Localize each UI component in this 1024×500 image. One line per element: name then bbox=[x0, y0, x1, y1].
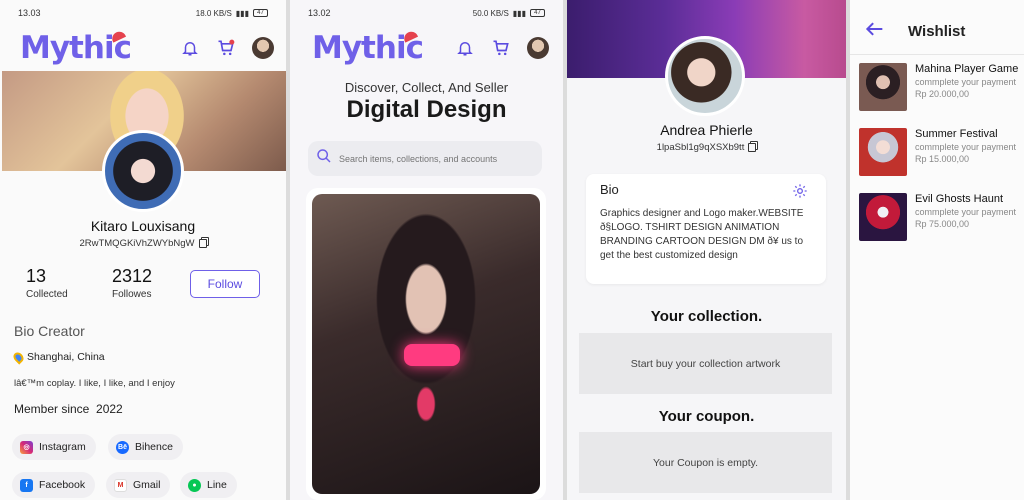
item-title: Mahina Player Game bbox=[915, 63, 1019, 75]
bell-icon[interactable] bbox=[180, 38, 200, 58]
brand-logo[interactable]: Mythic bbox=[312, 30, 424, 66]
profile-avatar bbox=[102, 130, 184, 212]
wishlist-item[interactable]: Summer Festival commplete your payment R… bbox=[859, 128, 1016, 176]
wallet-address: 2RwTMQGKiVhZWYbNgW bbox=[0, 238, 286, 249]
network-speed: 50.0 KB/S bbox=[472, 8, 509, 18]
gmail-icon: M bbox=[114, 478, 127, 492]
item-price: Rp 20.000,00 bbox=[915, 89, 970, 99]
item-price: Rp 75.000,00 bbox=[915, 219, 970, 229]
signal-icon: ▮▮▮ bbox=[512, 8, 526, 18]
bio-title: Bio Creator bbox=[14, 323, 85, 339]
coupon-empty-state: Your Coupon is empty. bbox=[579, 432, 832, 493]
social-facebook[interactable]: f Facebook bbox=[12, 472, 96, 498]
bio-card: Bio Graphics designer and Logo maker.WEB… bbox=[586, 174, 826, 284]
item-subtitle: commplete your payment bbox=[915, 77, 1017, 87]
bio-label: Bio bbox=[600, 182, 619, 197]
tagline: Discover, Collect, And Seller bbox=[344, 80, 509, 95]
collection-title: Your collection. bbox=[650, 308, 763, 325]
collected-stat: 13 Collected bbox=[26, 266, 68, 300]
app-header: Mythic bbox=[312, 30, 549, 66]
search-bar[interactable] bbox=[308, 141, 542, 176]
status-bar: 13.02 50.0 KB/S ▮▮▮ 47 bbox=[290, 0, 563, 26]
social-instagram[interactable]: ◎ Instagram bbox=[12, 434, 96, 460]
item-thumbnail bbox=[859, 63, 907, 111]
featured-artwork-image bbox=[312, 194, 540, 494]
item-subtitle: commplete your payment bbox=[915, 207, 1017, 217]
wallet-address: 1lpaSbl1g9qXSXb9tt bbox=[567, 142, 846, 153]
item-title: Evil Ghosts Haunt bbox=[915, 193, 1004, 205]
profile-name: Andrea Phierle bbox=[660, 122, 753, 138]
coupon-title: Your coupon. bbox=[658, 408, 755, 425]
follow-button[interactable]: Follow bbox=[190, 270, 260, 298]
home-screen: 13.02 50.0 KB/S ▮▮▮ 47 Mythic Discover, … bbox=[290, 0, 563, 500]
featured-artwork-card[interactable] bbox=[306, 188, 546, 500]
profile-avatar bbox=[665, 36, 745, 116]
location: Shanghai, China bbox=[11, 349, 105, 365]
divider bbox=[850, 54, 1024, 55]
wishlist-item[interactable]: Mahina Player Game commplete your paymen… bbox=[859, 63, 1018, 111]
search-icon bbox=[316, 148, 332, 169]
item-thumbnail bbox=[859, 128, 907, 176]
followers-stat: 2312 Followes bbox=[112, 266, 153, 300]
social-gmail[interactable]: M Gmail bbox=[106, 472, 171, 498]
battery-icon: 47 bbox=[253, 9, 268, 17]
social-line[interactable]: ● Line bbox=[180, 472, 237, 498]
line-icon: ● bbox=[188, 478, 201, 492]
creator-profile-screen: 13.03 18.0 KB/S ▮▮▮ 47 Mythic Kitaro Lou… bbox=[0, 0, 286, 500]
network-speed: 18.0 KB/S bbox=[195, 8, 232, 18]
copy-icon[interactable] bbox=[198, 239, 207, 248]
page-title: Wishlist bbox=[908, 23, 966, 40]
wishlist-header: Wishlist bbox=[864, 20, 965, 43]
app-header: Mythic bbox=[20, 30, 274, 66]
status-time: 13.02 bbox=[308, 8, 331, 18]
signal-icon: ▮▮▮ bbox=[235, 8, 249, 18]
bio-text: lâ€™m coplay. I like, I like, and I enjo… bbox=[14, 378, 175, 389]
battery-icon: 47 bbox=[530, 9, 545, 17]
item-price: Rp 15.000,00 bbox=[915, 154, 970, 164]
map-pin-icon bbox=[11, 349, 26, 365]
search-input[interactable] bbox=[339, 153, 534, 164]
instagram-icon: ◎ bbox=[20, 440, 33, 454]
brand-logo[interactable]: Mythic bbox=[20, 30, 132, 66]
bio-text: Graphics designer and Logo maker.WEBSITE… bbox=[600, 208, 804, 261]
status-time: 13.03 bbox=[18, 8, 41, 18]
bell-icon[interactable] bbox=[455, 38, 475, 58]
gear-icon[interactable] bbox=[792, 183, 808, 204]
wishlist-screen: Wishlist Mahina Player Game commplete yo… bbox=[850, 0, 1024, 500]
member-since: Member since 2022 bbox=[14, 402, 123, 416]
status-bar: 13.03 18.0 KB/S ▮▮▮ 47 bbox=[0, 0, 286, 26]
headline: Digital Design bbox=[346, 96, 507, 123]
item-subtitle: commplete your payment bbox=[915, 142, 1017, 152]
collection-empty-state: Start buy your collection artwork bbox=[579, 333, 832, 394]
user-profile-screen: Andrea Phierle 1lpaSbl1g9qXSXb9tt Bio Gr… bbox=[567, 0, 846, 500]
behance-icon: Bē bbox=[116, 440, 129, 454]
copy-icon[interactable] bbox=[748, 143, 757, 152]
item-title: Summer Festival bbox=[915, 128, 998, 140]
profile-name: Kitaro Louxisang bbox=[90, 218, 196, 234]
social-bihence[interactable]: Bē Bihence bbox=[108, 434, 183, 460]
wishlist-item[interactable]: Evil Ghosts Haunt commplete your payment… bbox=[859, 193, 1016, 241]
account-avatar[interactable] bbox=[252, 37, 274, 59]
cart-icon[interactable] bbox=[491, 38, 511, 58]
back-arrow-icon[interactable] bbox=[864, 20, 884, 43]
item-thumbnail bbox=[859, 193, 907, 241]
account-avatar[interactable] bbox=[527, 37, 549, 59]
facebook-icon: f bbox=[20, 478, 33, 492]
cart-icon[interactable] bbox=[216, 38, 236, 58]
